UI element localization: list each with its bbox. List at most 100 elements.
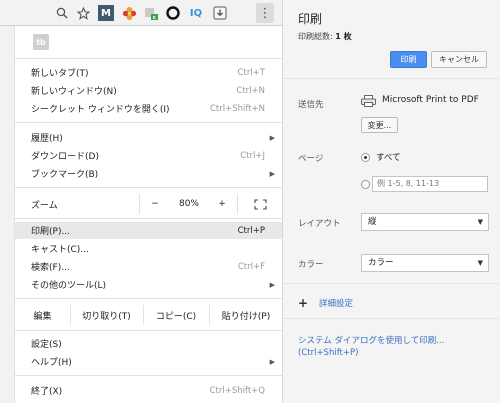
fullscreen-icon <box>253 198 267 210</box>
pages-custom-radio[interactable] <box>361 180 370 189</box>
pages-label: ページ <box>298 154 324 164</box>
iq-extension-icon[interactable]: IQ <box>188 5 204 21</box>
caret-down-icon: ▼ <box>477 259 483 267</box>
zoom-value: 80% <box>178 199 199 209</box>
menu-item-print[interactable]: 印刷(P)... Ctrl+P <box>15 222 283 239</box>
zoom-label: ズーム <box>31 201 58 211</box>
chevron-right-icon: ▶ <box>269 357 275 366</box>
menu-item-downloads[interactable]: ダウンロード(D) Ctrl+J <box>15 147 283 164</box>
menu-item-cast[interactable]: キャスト(C)... <box>15 240 283 257</box>
zoom-row: ズーム − 80% + <box>15 194 283 214</box>
color-select-value: カラー <box>368 258 394 268</box>
menu-item-shortcut: Ctrl+N <box>236 85 265 96</box>
menu-item-settings[interactable]: 設定(S) <box>15 335 283 352</box>
printer-icon <box>361 95 376 107</box>
menu-item-incognito[interactable]: シークレット ウィンドウを開く(I) Ctrl+Shift+N <box>15 100 283 117</box>
m-extension-icon[interactable]: M <box>98 5 114 21</box>
menu-item-label: ダウンロード(D) <box>31 152 99 162</box>
zoom-in-button[interactable]: + <box>207 194 237 214</box>
caret-down-icon: ▼ <box>477 218 483 226</box>
extension-tile-icon[interactable]: tb <box>33 34 49 50</box>
browser-toolbar: M x IQ ⋮ <box>0 0 282 26</box>
change-destination-button[interactable]: 変更... <box>361 117 398 133</box>
menu-separator <box>15 375 283 376</box>
menu-item-label: ヘルプ(H) <box>31 358 72 368</box>
menu-item-shortcut: Ctrl+Shift+Q <box>209 385 265 396</box>
destination-name: Microsoft Print to PDF <box>382 95 479 105</box>
chrome-menu: tb 新しいタブ(T) Ctrl+T 新しいウィンドウ(N) Ctrl+N シー… <box>14 26 283 403</box>
menu-separator <box>15 58 283 59</box>
chevron-right-icon: ▶ <box>269 280 275 289</box>
menu-separator <box>15 330 283 331</box>
menu-item-label: シークレット ウィンドウを開く(I) <box>31 105 170 115</box>
sidebar-separator <box>283 283 500 284</box>
sidebar-separator <box>283 318 500 319</box>
menu-item-label: ブックマーク(B) <box>31 170 99 180</box>
sidebar-separator <box>283 78 500 79</box>
menu-item-new-window[interactable]: 新しいウィンドウ(N) Ctrl+N <box>15 82 283 99</box>
menu-separator <box>15 187 283 188</box>
menu-item-shortcut: Ctrl+Shift+N <box>209 103 265 114</box>
menu-item-label: 検索(F)... <box>31 263 70 273</box>
print-sidebar: 印刷 印刷総数: 1 枚 印刷 キャンセル 送信先 Microsoft Prin… <box>283 0 500 403</box>
menu-item-shortcut: Ctrl+T <box>237 67 265 78</box>
pages-input[interactable]: 例 1-5, 8, 11-13 <box>372 176 488 192</box>
cut-button[interactable]: 切り取り(T) <box>70 305 143 325</box>
menu-item-shortcut: Ctrl+F <box>237 261 265 272</box>
menu-separator <box>15 298 283 299</box>
layout-label: レイアウト <box>298 219 341 229</box>
edit-label: 編集 <box>33 311 52 322</box>
menu-separator <box>15 122 283 123</box>
menu-item-find[interactable]: 検索(F)... Ctrl+F <box>15 258 283 275</box>
menu-item-label: 設定(S) <box>31 340 62 350</box>
menu-item-label: 印刷(P)... <box>31 227 71 237</box>
paste-button[interactable]: 貼り付け(P) <box>209 305 283 325</box>
download-extension-icon[interactable] <box>212 5 228 21</box>
layout-select-value: 縦 <box>368 217 377 227</box>
zoom-icon[interactable] <box>53 4 71 22</box>
menu-item-shortcut: Ctrl+P <box>237 225 265 236</box>
menu-item-more-tools[interactable]: その他のツール(L) ▶ <box>15 276 283 293</box>
menu-item-history[interactable]: 履歴(H) ▶ <box>15 129 283 146</box>
destination-label: 送信先 <box>298 100 324 110</box>
menu-separator <box>15 218 283 219</box>
puzzle-extension-icon[interactable]: x <box>143 5 159 21</box>
menu-item-label: 終了(X) <box>31 387 63 397</box>
chevron-right-icon: ▶ <box>269 169 275 178</box>
fullscreen-button[interactable] <box>237 194 283 214</box>
color-select[interactable]: カラー ▼ <box>361 254 489 272</box>
menu-item-bookmarks[interactable]: ブックマーク(B) ▶ <box>15 165 283 182</box>
menu-item-label: 新しいウィンドウ(N) <box>31 87 117 97</box>
more-settings-link[interactable]: 詳細設定 <box>319 297 353 309</box>
copy-button[interactable]: コピー(C) <box>143 305 209 325</box>
print-button[interactable]: 印刷 <box>390 51 427 68</box>
zoom-out-button[interactable]: − <box>139 194 171 214</box>
menu-item-exit[interactable]: 終了(X) Ctrl+Shift+Q <box>15 382 283 399</box>
menu-icon[interactable]: ⋮ <box>256 3 274 23</box>
menu-extension-row: tb <box>15 26 283 58</box>
menu-item-new-tab[interactable]: 新しいタブ(T) Ctrl+T <box>15 64 283 81</box>
layout-select[interactable]: 縦 ▼ <box>361 213 489 231</box>
menu-item-label: キャスト(C)... <box>31 245 89 255</box>
system-dialog-shortcut: (Ctrl+Shift+P) <box>298 348 359 358</box>
pages-all-radio[interactable] <box>361 153 370 162</box>
sheet-count: 印刷総数: 1 枚 <box>298 31 352 42</box>
print-title: 印刷 <box>298 12 323 26</box>
edit-row: 編集 切り取り(T) コピー(C) 貼り付け(P) <box>15 305 283 325</box>
menu-item-help[interactable]: ヘルプ(H) ▶ <box>15 353 283 370</box>
menu-item-label: 履歴(H) <box>31 134 63 144</box>
star-icon[interactable] <box>74 4 92 22</box>
menu-item-shortcut: Ctrl+J <box>240 150 265 161</box>
system-dialog-link[interactable]: システム ダイアログを使用して印刷... (Ctrl+Shift+P) <box>298 335 444 359</box>
sheet-count-label: 印刷総数: <box>298 32 336 41</box>
color-label: カラー <box>298 260 324 270</box>
pages-all-label: すべて <box>376 153 401 163</box>
plus-icon[interactable]: + <box>298 296 308 310</box>
circle-extension-icon[interactable] <box>165 5 181 21</box>
system-dialog-label: システム ダイアログを使用して印刷... <box>298 336 445 346</box>
browser-window: M x IQ ⋮ tb 新しいタブ(T) Ctrl+T 新しいウィンドウ(N) … <box>0 0 283 403</box>
menu-item-label: 新しいタブ(T) <box>31 69 89 79</box>
chevron-right-icon: ▶ <box>269 133 275 142</box>
cancel-button[interactable]: キャンセル <box>431 51 487 68</box>
flower-extension-icon[interactable] <box>121 5 137 21</box>
